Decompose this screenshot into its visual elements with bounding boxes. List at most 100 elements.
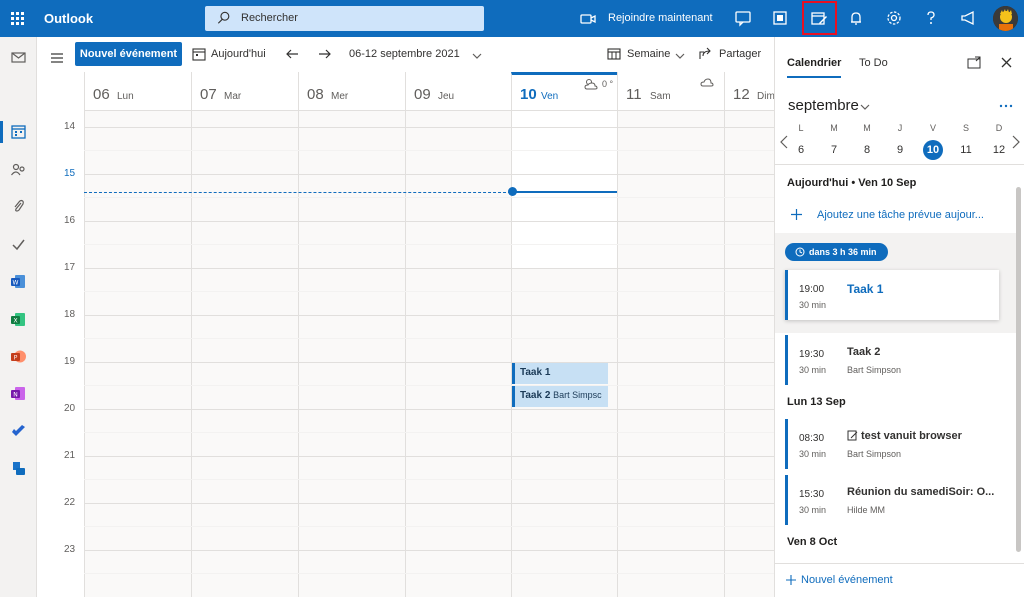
office-icon[interactable] xyxy=(771,9,789,27)
day-name: Ven xyxy=(541,91,559,102)
svg-text:N: N xyxy=(13,392,18,399)
mail-icon[interactable] xyxy=(10,49,27,66)
event-taak-1[interactable]: Taak 1 xyxy=(512,363,608,384)
grid-vline xyxy=(724,110,725,597)
badge-text: dans 3 h 36 min xyxy=(809,247,877,257)
time-until-badge: dans 3 h 36 min xyxy=(785,243,888,261)
month-title[interactable]: septembre xyxy=(788,97,859,114)
day-name: Lun xyxy=(117,91,134,102)
mini-day-8[interactable]: 8 xyxy=(857,140,877,160)
hour-label: 15 xyxy=(64,168,76,179)
month-chevron-down-icon[interactable] xyxy=(859,101,871,113)
mini-day-9[interactable]: 9 xyxy=(890,140,910,160)
pane-scrollbar[interactable] xyxy=(1016,187,1021,552)
left-rail: W X P N xyxy=(0,37,37,597)
video-icon[interactable] xyxy=(579,10,597,28)
day-name: Mer xyxy=(331,91,349,102)
more-options-icon[interactable] xyxy=(999,103,1013,109)
join-now-button[interactable]: Rejoindre maintenant xyxy=(608,12,713,24)
grid-hline xyxy=(84,221,774,222)
expand-icon[interactable] xyxy=(967,56,981,70)
grid-half-hour-line xyxy=(84,432,774,433)
word-icon[interactable]: W xyxy=(10,273,27,290)
chevron-down-icon[interactable] xyxy=(470,49,484,63)
agenda-card-1[interactable]: 19:00 30 min Taak 1 xyxy=(785,270,999,320)
agenda-card-2[interactable]: 19:30 30 min Taak 2 Bart Simpson xyxy=(785,335,999,385)
weekday-letter: M xyxy=(863,123,871,133)
day-header-sun[interactable]: 12 Dim xyxy=(724,72,775,110)
day-header-sat[interactable]: 11 Sam xyxy=(617,72,724,110)
today-button[interactable]: Aujourd'hui xyxy=(211,48,266,60)
weekday-letter: J xyxy=(897,123,903,133)
day-name: Mar xyxy=(224,91,242,102)
add-task-link[interactable]: Ajoutez une tâche prévue aujour... xyxy=(817,209,984,221)
footer-new-event-button[interactable]: Nouvel événement xyxy=(801,574,893,586)
app-launcher-icon[interactable] xyxy=(11,12,25,26)
people-icon[interactable] xyxy=(10,161,27,178)
today-calendar-icon[interactable] xyxy=(192,47,206,61)
share-button[interactable]: Partager xyxy=(719,48,761,60)
card-accent xyxy=(785,335,788,385)
help-icon[interactable] xyxy=(922,9,940,27)
hour-label: 23 xyxy=(64,544,76,555)
onenote-icon[interactable]: N xyxy=(10,385,27,402)
mini-day-10[interactable]: 10 xyxy=(923,140,943,160)
plus-icon[interactable] xyxy=(786,575,796,585)
agenda-card-3[interactable]: 08:30 30 min test vanuit browser Bart Si… xyxy=(785,419,999,469)
event-taak-2[interactable]: Taak 2 Bart Simpsc xyxy=(512,386,608,407)
search-input[interactable]: Rechercher xyxy=(205,6,484,31)
day-header-mon[interactable]: 06 Lun xyxy=(84,72,191,110)
day-number: 10 xyxy=(520,86,537,103)
arrow-left-icon[interactable] xyxy=(285,47,299,61)
date-range[interactable]: 06-12 septembre 2021 xyxy=(349,48,460,60)
todo-check-icon[interactable] xyxy=(10,236,27,253)
chat-icon[interactable] xyxy=(734,9,752,27)
event-organizer: Bart Simpsc xyxy=(553,390,602,400)
edit-icon xyxy=(847,430,858,441)
chevron-left-icon[interactable] xyxy=(780,135,788,149)
mini-day-7[interactable]: 7 xyxy=(824,140,844,160)
current-time-dot xyxy=(508,187,517,196)
view-chevron-down-icon[interactable] xyxy=(673,49,687,63)
day-header-fri[interactable]: 10 Ven 0 ° xyxy=(511,72,617,110)
mini-day-6[interactable]: 6 xyxy=(791,140,811,160)
chevron-right-icon[interactable] xyxy=(1012,135,1020,149)
mini-day-11[interactable]: 11 xyxy=(956,140,976,160)
close-icon[interactable] xyxy=(1000,56,1013,69)
tab-calendar[interactable]: Calendrier xyxy=(787,57,842,78)
weekday-letter: V xyxy=(929,123,936,133)
pane-footer: Nouvel événement xyxy=(775,563,1024,597)
bookings-icon[interactable] xyxy=(10,460,27,477)
agenda-card-4[interactable]: 15:30 30 min Réunion du samediSoir: O...… xyxy=(785,475,999,525)
card-organizer: Bart Simpson xyxy=(847,365,902,375)
share-icon[interactable] xyxy=(699,47,713,61)
hour-label: 19 xyxy=(64,356,76,367)
app-title[interactable]: Outlook xyxy=(44,11,93,26)
day-header-wed[interactable]: 08 Mer xyxy=(298,72,405,110)
arrow-right-icon[interactable] xyxy=(318,47,332,61)
excel-icon[interactable]: X xyxy=(10,311,27,328)
gear-icon[interactable] xyxy=(885,9,903,27)
hamburger-icon[interactable] xyxy=(51,50,63,63)
paperclip-icon[interactable] xyxy=(10,198,27,215)
grid-half-hour-line xyxy=(84,150,774,151)
tab-todo[interactable]: To Do xyxy=(859,57,888,69)
card-organizer: Hilde MM xyxy=(847,505,886,515)
grid-hline xyxy=(84,456,774,457)
megaphone-icon[interactable] xyxy=(959,9,977,27)
todo-app-icon[interactable] xyxy=(10,423,27,440)
plus-icon[interactable] xyxy=(791,209,802,220)
mini-day-12[interactable]: 12 xyxy=(989,140,1009,160)
week-view-icon[interactable] xyxy=(607,47,621,61)
bell-icon[interactable] xyxy=(847,9,865,27)
powerpoint-icon[interactable]: P xyxy=(10,348,27,365)
grid-vline xyxy=(298,110,299,597)
grid-hline xyxy=(84,362,774,363)
avatar[interactable] xyxy=(993,6,1018,31)
weekday-letter: L xyxy=(798,123,804,133)
day-header-thu[interactable]: 09 Jeu xyxy=(405,72,511,110)
new-event-button[interactable]: Nouvel événement xyxy=(75,42,182,66)
view-switcher[interactable]: Semaine xyxy=(627,48,670,60)
event-title: Taak 2 xyxy=(520,390,551,401)
day-header-tue[interactable]: 07 Mar xyxy=(191,72,298,110)
